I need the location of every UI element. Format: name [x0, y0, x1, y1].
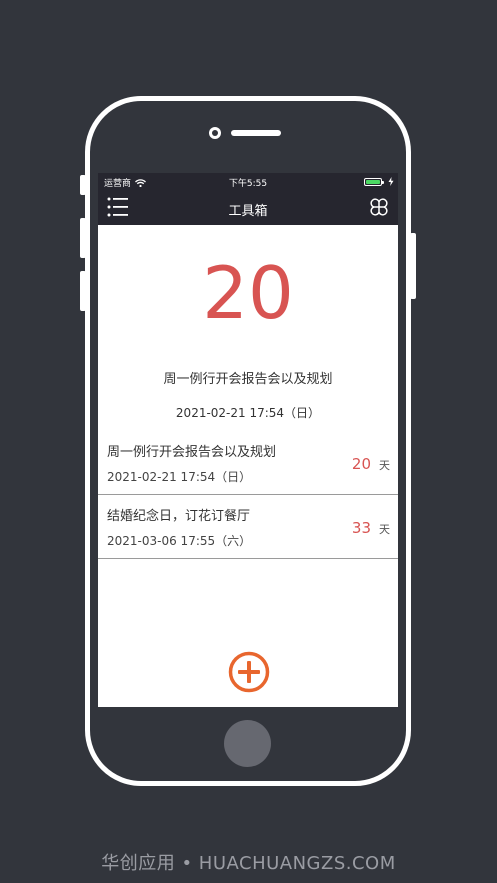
- event-days: 20: [351, 455, 371, 473]
- status-bar: 运营商 下午5:55: [98, 173, 398, 191]
- phone-home-button[interactable]: [224, 720, 271, 767]
- status-right: [364, 177, 394, 186]
- event-days-unit: 天: [379, 523, 390, 536]
- event-item[interactable]: 周一例行开会报告会以及规划 2021-02-21 17:54（日） 20 天: [98, 431, 398, 495]
- phone-volume-up: [80, 218, 86, 258]
- featured-days-count: 20: [202, 251, 294, 335]
- phone-volume-down: [80, 271, 86, 311]
- nav-bar: 工具箱: [98, 191, 398, 225]
- watermark-text: 华创应用 • HUACHUANGZS.COM: [101, 853, 396, 874]
- event-item[interactable]: 结婚纪念日，订花订餐厅 2021-03-06 17:55（六） 33 天: [98, 495, 398, 559]
- phone-speaker: [231, 130, 281, 136]
- phone-power-button: [410, 233, 416, 299]
- app-preview: 运营商 下午5:55 工具箱 20 周一例行开会报告会以及规划 2021-02-…: [0, 0, 497, 883]
- phone-camera: [209, 127, 221, 139]
- event-days-unit: 天: [379, 459, 390, 472]
- event-list: 周一例行开会报告会以及规划 2021-02-21 17:54（日） 20 天 结…: [98, 431, 398, 559]
- battery-icon: [364, 177, 384, 186]
- event-days: 33: [351, 519, 371, 537]
- event-name: 结婚纪念日，订花订餐厅: [107, 509, 251, 524]
- event-date: 2021-02-21 17:54（日）: [107, 470, 252, 484]
- add-event-button[interactable]: [228, 651, 270, 693]
- phone-mute-switch: [80, 175, 86, 195]
- featured-event-date: 2021-02-21 17:54（日）: [175, 406, 321, 420]
- event-name: 周一例行开会报告会以及规划: [107, 445, 277, 460]
- featured-event-title: 周一例行开会报告会以及规划: [163, 372, 333, 387]
- status-time: 下午5:55: [228, 179, 268, 189]
- event-date: 2021-03-06 17:55（六）: [107, 534, 252, 548]
- nav-title: 工具箱: [228, 204, 268, 219]
- app-screen: 运营商 下午5:55 工具箱 20 周一例行开会报告会以及规划 2021-02-…: [98, 173, 398, 707]
- charging-icon: [388, 177, 394, 186]
- grid-icon[interactable]: [368, 196, 390, 218]
- battery-level: [366, 179, 380, 184]
